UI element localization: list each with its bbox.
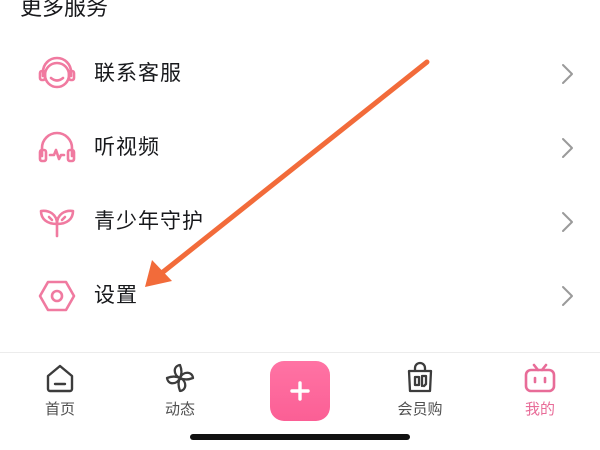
menu-item-label: 青少年守护 [94, 209, 204, 233]
tv-icon [523, 361, 557, 395]
menu-item-settings[interactable]: 设置 [0, 258, 600, 332]
sprout-icon [37, 202, 77, 242]
tab-dynamics[interactable]: 动态 [135, 357, 225, 427]
more-services-screen: 更多服务 联系客服 听视频 青少年守护 设置 首页 动态 会员购 我的 [0, 0, 600, 450]
chevron-right-icon [561, 62, 575, 86]
menu-item-label: 设置 [94, 283, 138, 307]
pinwheel-icon [163, 361, 197, 395]
menu-item-label: 听视频 [94, 135, 160, 159]
chevron-right-icon [561, 136, 575, 160]
headphones-icon [37, 128, 77, 168]
shopping-bag-icon [403, 361, 437, 395]
plus-icon [290, 381, 310, 401]
menu-item-contact-support[interactable]: 联系客服 [0, 36, 600, 110]
tab-label: 首页 [44, 400, 75, 418]
tab-label: 动态 [164, 400, 195, 418]
menu-item-listen-video[interactable]: 听视频 [0, 110, 600, 184]
menu-item-label: 联系客服 [94, 61, 182, 85]
publish-button[interactable] [270, 361, 330, 421]
menu-item-teen-guardian[interactable]: 青少年守护 [0, 184, 600, 258]
tab-label: 我的 [524, 400, 555, 418]
section-title: 更多服务 [20, 0, 109, 21]
chevron-right-icon [561, 210, 575, 234]
tab-member-shop[interactable]: 会员购 [375, 357, 465, 427]
headset-icon [37, 54, 77, 94]
tab-mine[interactable]: 我的 [495, 357, 585, 427]
home-icon [43, 361, 77, 395]
settings-icon [37, 276, 77, 316]
tab-label: 会员购 [397, 400, 443, 418]
tab-home[interactable]: 首页 [15, 357, 105, 427]
home-indicator [190, 434, 410, 440]
chevron-right-icon [561, 284, 575, 308]
